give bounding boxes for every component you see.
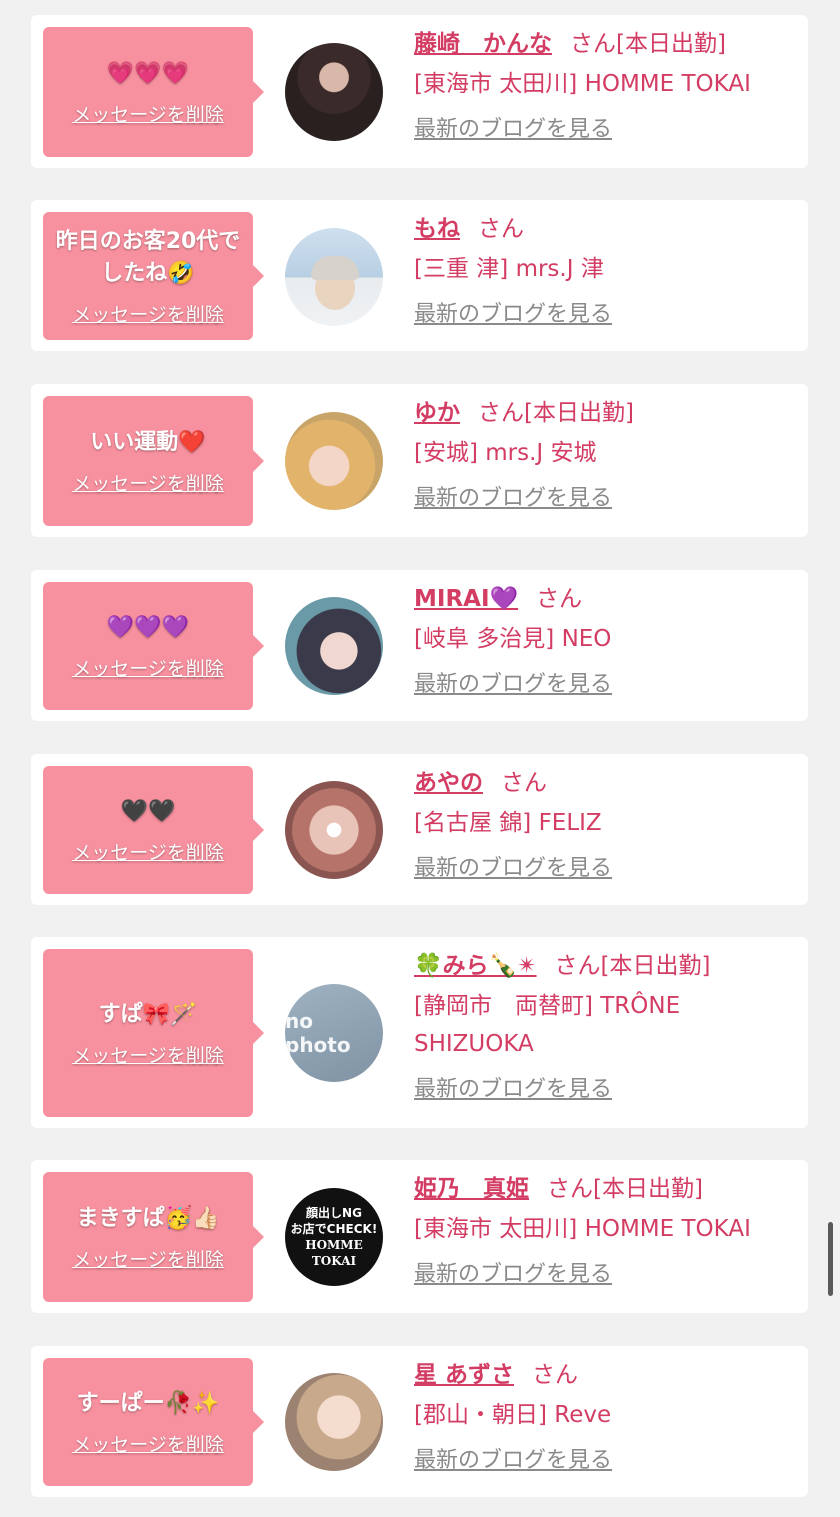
avatar[interactable]: no photo xyxy=(285,984,383,1082)
honorific: さん xyxy=(501,770,547,796)
message-bubble: いい運動❤️ メッセージを削除 xyxy=(43,396,264,526)
latest-blog-link[interactable]: 最新のブログを見る xyxy=(414,1075,612,1105)
profile-info: MIRAI💜 さん [岐阜 多治見] NEO 最新のブログを見る xyxy=(414,582,794,700)
profile-name-link[interactable]: 姫乃 真姫 xyxy=(414,1176,529,1202)
avatar-text: お店でCHECK! xyxy=(290,1222,378,1236)
message-card: 昨日のお客20代でしたね🤣 メッセージを削除 もね さん [三重 津] mrs.J… xyxy=(31,200,808,351)
shop-label: [三重 津] mrs.J 津 xyxy=(414,256,604,282)
message-bubble: 💗💗💗 メッセージを削除 xyxy=(43,27,264,157)
message-bubble: 🖤🖤 メッセージを削除 xyxy=(43,766,264,894)
message-text: すーぱー🥀✨ xyxy=(76,1390,220,1416)
avatar[interactable] xyxy=(285,43,383,141)
delete-message-link[interactable]: メッセージを削除 xyxy=(72,469,224,496)
profile-name-link[interactable]: 星 あずさ xyxy=(414,1362,514,1388)
avatar[interactable]: 顔出しNG お店でCHECK! HOMME TOKAI xyxy=(285,1188,383,1286)
message-text: すぱ🎀🪄 xyxy=(98,1001,198,1027)
profile-info: 姫乃 真姫 さん[本日出勤] [東海市 太田川] HOMME TOKAI 最新のブ… xyxy=(414,1172,794,1290)
message-bubble: すぱ🎀🪄 メッセージを削除 xyxy=(43,949,264,1117)
honorific: さん xyxy=(570,31,616,57)
profile-info: 星 あずさ さん [郡山・朝日] Reve 最新のブログを見る xyxy=(414,1358,794,1476)
delete-message-link[interactable]: メッセージを削除 xyxy=(72,654,224,681)
status-badge: [本日出勤] xyxy=(593,1176,703,1202)
avatar[interactable] xyxy=(285,781,383,879)
profile-name-link[interactable]: MIRAI💜 xyxy=(414,586,518,612)
shop-label: [静岡市 両替町] TRÔNE SHIZUOKA xyxy=(414,993,681,1057)
profile-name-link[interactable]: ゆか xyxy=(414,400,460,426)
message-bubble: まきすぱ🥳👍🏻 メッセージを削除 xyxy=(43,1172,264,1302)
status-badge: [本日出勤] xyxy=(524,400,634,426)
shop-label: [安城] mrs.J 安城 xyxy=(414,440,597,466)
shop-label: [郡山・朝日] Reve xyxy=(414,1402,612,1428)
delete-message-link[interactable]: メッセージを削除 xyxy=(72,100,224,127)
message-card: 💜💜💜 メッセージを削除 MIRAI💜 さん [岐阜 多治見] NEO 最新のブロ… xyxy=(31,570,808,721)
avatar[interactable] xyxy=(285,597,383,695)
message-card: まきすぱ🥳👍🏻 メッセージを削除 顔出しNG お店でCHECK! HOMME T… xyxy=(31,1160,808,1313)
honorific: さん xyxy=(554,953,601,979)
message-text: まきすぱ🥳👍🏻 xyxy=(76,1205,220,1231)
message-card: 🖤🖤 メッセージを削除 あやの さん [名古屋 錦] FELIZ 最新のブログを見… xyxy=(31,754,808,905)
message-bubble: 昨日のお客20代でしたね🤣 メッセージを削除 xyxy=(43,212,264,340)
profile-name-link[interactable]: もね xyxy=(414,216,460,242)
avatar[interactable] xyxy=(285,412,383,510)
shop-label: [東海市 太田川] HOMME TOKAI xyxy=(414,1216,751,1242)
status-badge: [本日出勤] xyxy=(616,31,726,57)
delete-message-link[interactable]: メッセージを削除 xyxy=(72,300,224,327)
message-text: 💗💗💗 xyxy=(106,60,190,86)
message-bubble: すーぱー🥀✨ メッセージを削除 xyxy=(43,1358,264,1486)
profile-info: 藤崎 かんな さん[本日出勤] [東海市 太田川] HOMME TOKAI 最新の… xyxy=(414,27,794,145)
no-photo-label: no photo xyxy=(285,1009,351,1057)
latest-blog-link[interactable]: 最新のブログを見る xyxy=(414,300,612,330)
scrollbar[interactable] xyxy=(828,1222,833,1296)
profile-info: ゆか さん[本日出勤] [安城] mrs.J 安城 最新のブログを見る xyxy=(414,396,794,514)
profile-name-link[interactable]: 🍀みら🍾✴︎ xyxy=(414,953,537,979)
delete-message-link[interactable]: メッセージを削除 xyxy=(72,1430,224,1457)
shop-label: [名古屋 錦] FELIZ xyxy=(414,810,602,836)
honorific: さん xyxy=(478,400,524,426)
delete-message-link[interactable]: メッセージを削除 xyxy=(72,1041,224,1068)
message-card: いい運動❤️ メッセージを削除 ゆか さん[本日出勤] [安城] mrs.J 安城… xyxy=(31,384,808,537)
shop-label: [岐阜 多治見] NEO xyxy=(414,626,612,652)
message-text: 🖤🖤 xyxy=(120,798,176,824)
honorific: さん xyxy=(478,216,524,242)
honorific: さん xyxy=(532,1362,579,1388)
latest-blog-link[interactable]: 最新のブログを見る xyxy=(414,854,612,884)
latest-blog-link[interactable]: 最新のブログを見る xyxy=(414,1446,612,1476)
latest-blog-link[interactable]: 最新のブログを見る xyxy=(414,115,612,145)
avatar[interactable] xyxy=(285,1373,383,1471)
message-text: いい運動❤️ xyxy=(90,429,206,455)
latest-blog-link[interactable]: 最新のブログを見る xyxy=(414,1260,612,1290)
profile-name-link[interactable]: あやの xyxy=(414,770,483,796)
message-card: すーぱー🥀✨ メッセージを削除 星 あずさ さん [郡山・朝日] Reve 最新の… xyxy=(31,1346,808,1497)
delete-message-link[interactable]: メッセージを削除 xyxy=(72,838,224,865)
latest-blog-link[interactable]: 最新のブログを見る xyxy=(414,484,612,514)
profile-info: あやの さん [名古屋 錦] FELIZ 最新のブログを見る xyxy=(414,766,794,884)
latest-blog-link[interactable]: 最新のブログを見る xyxy=(414,670,612,700)
message-card: 💗💗💗 メッセージを削除 藤崎 かんな さん[本日出勤] [東海市 太田川] HO… xyxy=(31,15,808,168)
profile-name-link[interactable]: 藤崎 かんな xyxy=(414,31,552,57)
honorific: さん xyxy=(536,586,583,612)
status-badge: [本日出勤] xyxy=(600,953,711,979)
avatar[interactable] xyxy=(285,228,383,326)
message-bubble: 💜💜💜 メッセージを削除 xyxy=(43,582,264,710)
honorific: さん xyxy=(547,1176,593,1202)
shop-label: [東海市 太田川] HOMME TOKAI xyxy=(414,71,751,97)
message-text: 昨日のお客20代でしたね🤣 xyxy=(55,228,241,286)
profile-info: もね さん [三重 津] mrs.J 津 最新のブログを見る xyxy=(414,212,794,330)
delete-message-link[interactable]: メッセージを削除 xyxy=(72,1245,224,1272)
profile-info: 🍀みら🍾✴︎ さん[本日出勤] [静岡市 両替町] TRÔNE SHIZUOKA … xyxy=(414,949,794,1105)
message-text: 💜💜💜 xyxy=(106,614,190,640)
avatar-text: 顔出しNG xyxy=(306,1206,362,1220)
avatar-text: HOMME TOKAI xyxy=(305,1238,363,1268)
message-card: すぱ🎀🪄 メッセージを削除 no photo 🍀みら🍾✴︎ さん[本日出勤] [静… xyxy=(31,937,808,1128)
